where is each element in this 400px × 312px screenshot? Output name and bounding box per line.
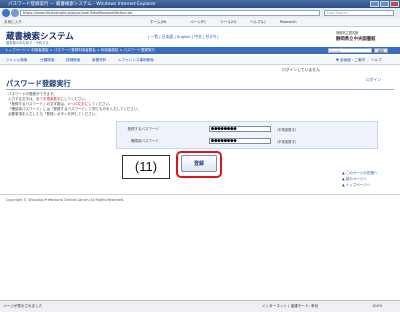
guide-help-links[interactable]: ▼ 全画面・ご案内 ・ ヘルプ [336, 58, 382, 63]
copyright: Copyright © Shizuoka Prefectural Central… [6, 198, 125, 202]
command-bar: お気に入り ホーム(M) ページ(P) ツール(O) ヘルプ(L) Resear… [0, 18, 400, 27]
menu-item-reference[interactable]: レファレンス事例検索 [118, 58, 154, 63]
window-titlebar: パスワード登録実行 － 蔵書検索システム - Windows Internet … [0, 0, 400, 8]
instructions: パスワードの登録ができます。 入力する文字は、全て半角英数字にしてください。 「… [8, 92, 218, 117]
tools-menu[interactable]: ツール(O) [220, 20, 236, 25]
minimize-icon[interactable] [370, 1, 379, 7]
password-form: 登録するパスワード ●●●●●●●● （半角英数字） 確認用パスワード ●●●●… [116, 121, 378, 149]
favorites-button[interactable]: お気に入り [4, 20, 22, 25]
close-icon[interactable] [390, 1, 399, 7]
live-search-input[interactable]: Live Search [324, 10, 394, 16]
forward-icon[interactable] [11, 9, 19, 17]
breadcrumb[interactable]: トップページ > 利用者認証 > パスワード登録利用者照会 > 利用者認証 > … [5, 48, 155, 53]
footer-divider [0, 194, 400, 195]
research-button[interactable]: Research [280, 20, 296, 24]
back-icon[interactable] [2, 9, 10, 17]
menu-item-detail[interactable]: 詳細検索 [66, 58, 80, 63]
register-button[interactable]: 登録 [181, 155, 217, 172]
login-status: ログインしていません [282, 67, 320, 72]
security-zone: インターネット | 保護モード: 有効 [262, 304, 319, 308]
maximize-icon[interactable] [380, 1, 389, 7]
new-password-field[interactable]: ●●●●●●●● [209, 126, 271, 132]
library-name-small: 静岡県立図書館 [336, 31, 359, 35]
site-logo-subtitle: 図書館の本を探す・予約する [6, 41, 49, 45]
menu-item-genre[interactable]: ジャンル検索 [6, 58, 27, 63]
emphasis-text: 4～20文字 [67, 102, 85, 106]
zoom-level[interactable]: 100% [372, 304, 382, 308]
new-password-label: 登録するパスワード [127, 127, 160, 131]
window-title: パスワード登録実行 － 蔵書検索システム - Windows Internet … [8, 2, 156, 7]
page-menu[interactable]: ページ(P) [190, 20, 206, 25]
language-links[interactable]: | 一覧 | 日本語 | English | 中文 | 한국어 | [148, 34, 219, 40]
top-page-link[interactable]: ▲ トップページへ [342, 182, 377, 188]
new-password-hint: （半角英数字） [275, 128, 299, 132]
home-button[interactable]: ホーム(M) [150, 20, 167, 25]
site-search-input[interactable]: Google [328, 48, 372, 53]
site-search-button[interactable]: 検索 [374, 48, 388, 53]
page-title: パスワード登録実行 [6, 79, 71, 88]
instruction-line: 必要事項を入力したら「登録」ボタンを押してください。 [8, 112, 99, 116]
menu-item-new[interactable]: 新着資料 [92, 58, 106, 63]
login-link[interactable]: ログイン [366, 77, 381, 83]
browser-status-bar: ページが表示されました インターネット | 保護モード: 有効 100% [0, 300, 400, 312]
title-divider [6, 89, 394, 90]
menu-item-class[interactable]: 分類検索 [40, 58, 54, 63]
emphasis-text: 半角英数字 [43, 97, 61, 101]
library-name: 静岡県立中央図書館 [336, 37, 376, 42]
step-number-label: (11) [122, 155, 170, 179]
confirm-password-hint: （半角英数字） [275, 140, 299, 144]
confirm-password-field[interactable]: ●●●●●●●● [209, 138, 271, 144]
help-menu[interactable]: ヘルプ(L) [250, 20, 266, 25]
address-input[interactable]: https://www.lib.example.jp/opac/user/New… [20, 10, 320, 16]
status-text: ページが表示されました [3, 304, 43, 308]
page-nav-links: ▲ このページの先頭へ ▲ 前のページへ ▲ トップページへ [342, 170, 377, 188]
confirm-password-label: 確認用パスワード [131, 139, 159, 143]
